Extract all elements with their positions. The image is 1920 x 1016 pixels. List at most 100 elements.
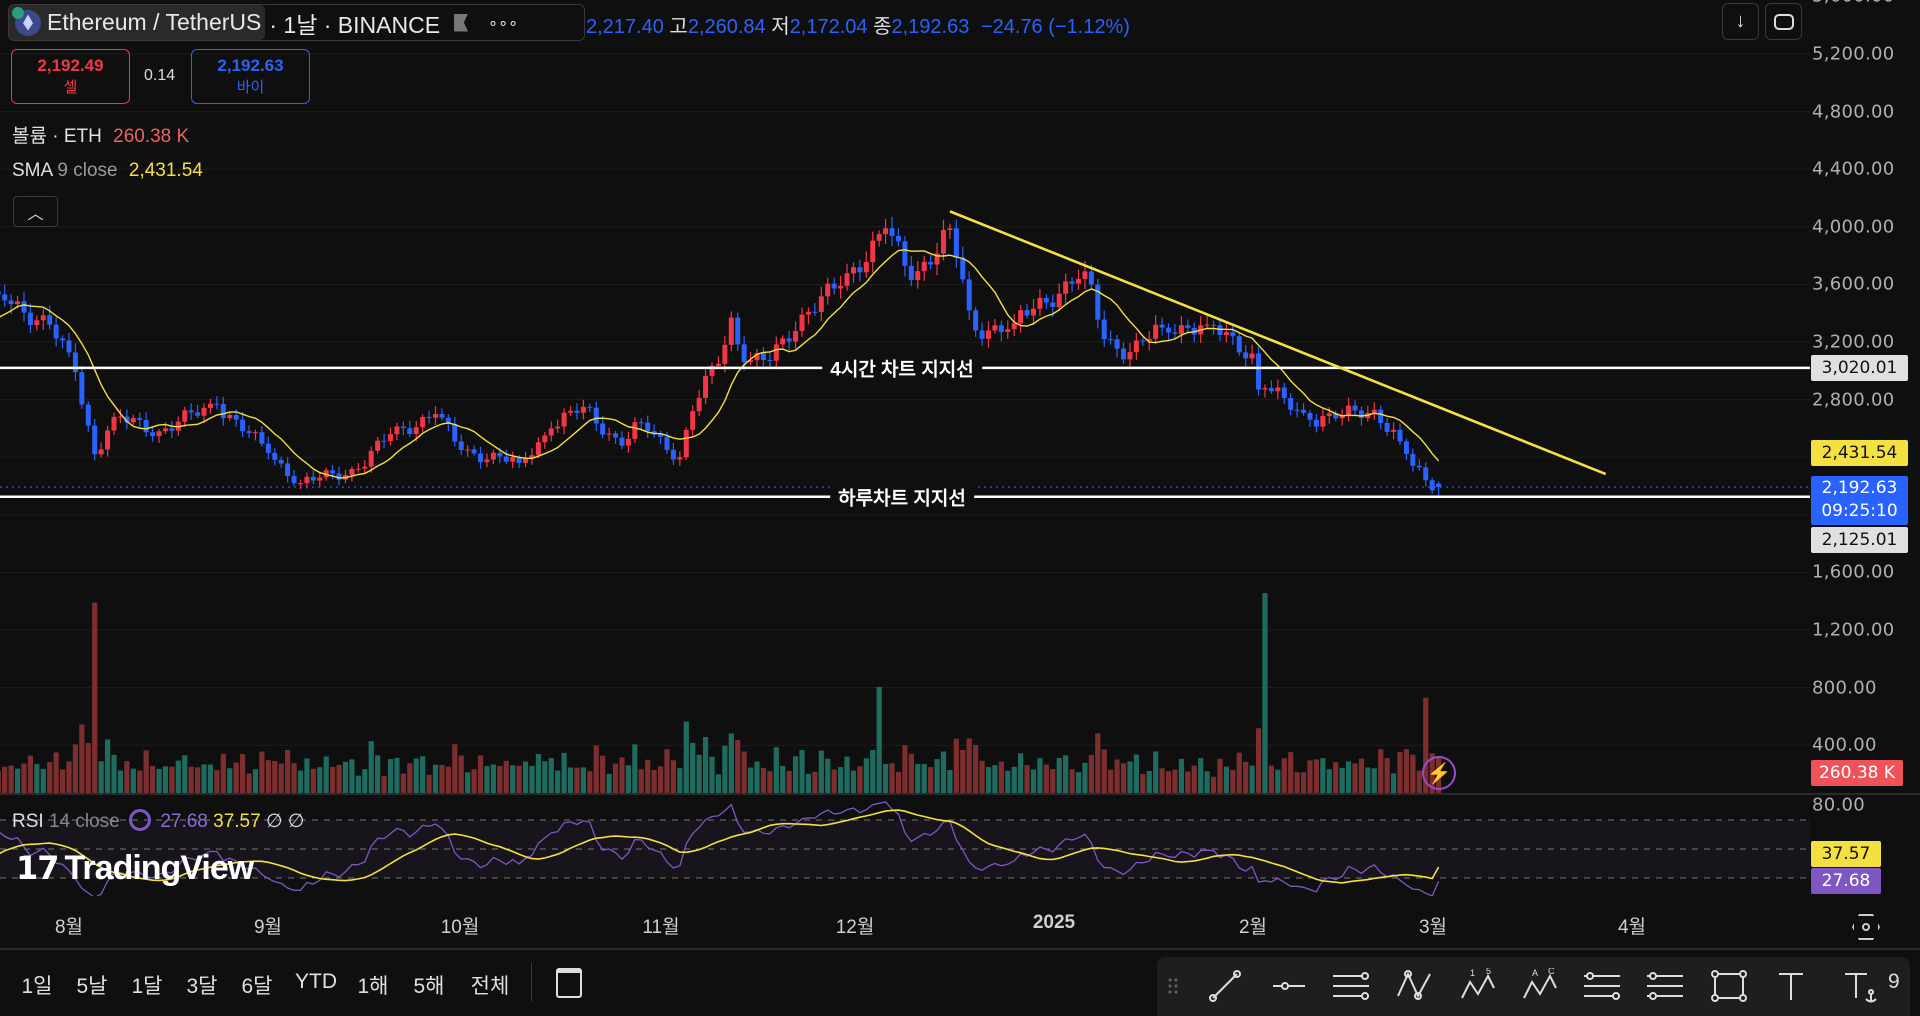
candle-body: [1301, 409, 1307, 413]
lightning-icon[interactable]: ⚡: [1422, 756, 1456, 790]
sma-legend[interactable]: SMA 9 close 2,431.54: [12, 160, 203, 182]
candle-body: [1178, 325, 1184, 334]
volume-bar: [1037, 758, 1043, 793]
ethereum-logo-icon: [12, 6, 41, 36]
flag-icon[interactable]: [454, 13, 469, 32]
candle-body: [555, 426, 561, 429]
volume-bar: [375, 755, 381, 793]
volume-bar: [857, 766, 863, 793]
candle-body: [1121, 348, 1127, 360]
candle-body: [1262, 388, 1268, 390]
range-button-5[interactable]: YTD: [295, 970, 337, 994]
sma-value: 2,431.54: [128, 160, 203, 181]
range-button-0[interactable]: 1일: [22, 970, 53, 1000]
candle-body: [831, 283, 837, 289]
scroll-to-latest-button[interactable]: ↓: [1722, 3, 1759, 40]
trend-line[interactable]: [949, 210, 1607, 476]
volume-bar: [940, 751, 947, 793]
range-button-3[interactable]: 3달: [187, 970, 218, 1000]
range-button-4[interactable]: 6달: [242, 970, 273, 1000]
trend-line-icon[interactable]: [1205, 968, 1245, 1004]
candle-body: [433, 414, 439, 418]
candle-body: [696, 397, 702, 412]
symbol-header[interactable]: Ethereum / TetherUS · 1날 · BINANCE ∘∘∘: [8, 4, 585, 41]
collapse-legend-button[interactable]: ︿: [13, 196, 58, 227]
elliott-wave-icon[interactable]: 15: [1458, 968, 1498, 1004]
volume-bar: [1217, 758, 1223, 793]
fib-extension-icon[interactable]: [1645, 968, 1685, 1004]
volume-bar: [265, 760, 271, 793]
volume-bar: [1249, 765, 1255, 793]
candle-body: [265, 443, 271, 453]
text-icon[interactable]: [1771, 968, 1811, 1004]
volume-bar: [471, 769, 477, 793]
fib-retracement-icon[interactable]: [1582, 968, 1622, 1004]
candle-body: [1069, 281, 1075, 284]
volume-bar: [1275, 769, 1281, 793]
range-button-6[interactable]: 1해: [358, 970, 389, 1000]
buy-button[interactable]: 2,192.63 바이: [191, 49, 310, 104]
volume-bar: [850, 770, 857, 793]
goto-date-calendar-icon[interactable]: [556, 968, 582, 998]
candle-body: [426, 416, 432, 418]
volume-bar: [619, 757, 625, 793]
volume-bar: [394, 757, 400, 793]
candle-body: [291, 476, 297, 484]
volume-bar: [992, 765, 998, 793]
candle-body: [1403, 441, 1409, 454]
volume-bar: [1300, 772, 1307, 793]
volume-bars: [0, 593, 1442, 793]
parallel-channel-icon[interactable]: [1331, 968, 1371, 1004]
candle-body: [79, 372, 85, 405]
drag-handle-icon[interactable]: [1153, 968, 1193, 1004]
symbol-search-button[interactable]: Ethereum / TetherUS: [9, 5, 266, 40]
volume-bar: [580, 767, 586, 793]
volume-bar: [1378, 749, 1384, 793]
fullscreen-button[interactable]: [1765, 3, 1802, 40]
volume-bar: [542, 761, 548, 793]
candle-body: [478, 453, 484, 463]
more-icon[interactable]: ∘∘∘: [488, 13, 518, 33]
candle-body: [336, 473, 342, 480]
price-axis-label: 400.00: [1812, 734, 1877, 756]
candle-body: [1294, 409, 1300, 411]
horizontal-ray-icon[interactable]: [1269, 968, 1309, 1004]
range-button-1[interactable]: 5날: [77, 970, 108, 1000]
range-button-7[interactable]: 5해: [414, 970, 445, 1000]
candle-body: [645, 422, 651, 432]
range-button-8[interactable]: 전체: [471, 970, 510, 1000]
volume-bar: [1288, 752, 1294, 793]
candle-body: [786, 338, 792, 342]
range-button-2[interactable]: 1달: [132, 970, 163, 1000]
candle-body: [497, 452, 503, 457]
tradingview-logo[interactable]: 𝟭𝟳 TradingView: [16, 849, 254, 888]
volume-bar: [490, 764, 496, 793]
candle-body: [593, 407, 599, 424]
pitchfork-icon[interactable]: [1394, 968, 1434, 1004]
candle-body: [111, 416, 117, 431]
candle-body: [98, 449, 104, 455]
support-4h-label: 4시간 차트 지지선: [822, 354, 982, 382]
svg-text:1: 1: [1470, 968, 1475, 978]
volume-bar: [156, 768, 162, 793]
volume-bar: [27, 755, 34, 793]
volume-bar: [1384, 758, 1390, 793]
candle-body: [1243, 352, 1249, 359]
volume-bar: [696, 754, 702, 793]
volume-bar: [1185, 771, 1191, 793]
high-value: 2,260.84: [687, 16, 766, 38]
volume-bar: [754, 761, 760, 793]
volume-bar: [484, 766, 490, 793]
time-axis-label: 10월: [440, 917, 480, 938]
sell-button[interactable]: 2,192.49 셀: [11, 49, 130, 104]
anchored-text-icon[interactable]: [1839, 968, 1879, 1004]
volume-bar: [458, 755, 464, 793]
interval-exchange[interactable]: · 1날 · BINANCE: [269, 6, 440, 40]
abcd-pattern-icon[interactable]: AC: [1520, 968, 1560, 1004]
rsi-legend[interactable]: RSI 14 close 27.68 37.57 ∅ ∅: [12, 809, 304, 833]
volume-bar: [8, 765, 14, 793]
volume-legend[interactable]: 볼륨 · ETH 260.38 K: [12, 121, 189, 148]
volume-bar: [1101, 749, 1107, 793]
volume-bar: [1172, 769, 1178, 793]
rectangle-icon[interactable]: [1709, 968, 1749, 1004]
